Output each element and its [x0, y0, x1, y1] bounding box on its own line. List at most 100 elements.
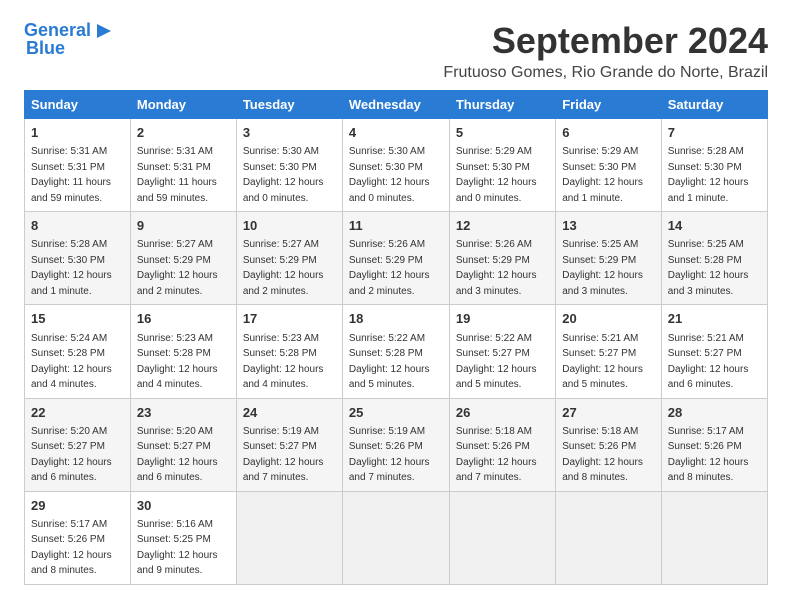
day-info: Sunrise: 5:25 AM Sunset: 5:28 PM Dayligh… — [668, 239, 749, 297]
calendar-cell: 29 Sunrise: 5:17 AM Sunset: 5:26 PM Dayli… — [25, 491, 131, 584]
day-number: 13 — [562, 217, 655, 235]
calendar-cell — [342, 491, 449, 584]
day-info: Sunrise: 5:29 AM Sunset: 5:30 PM Dayligh… — [456, 146, 537, 204]
day-info: Sunrise: 5:17 AM Sunset: 5:26 PM Dayligh… — [31, 519, 112, 577]
calendar-cell: 14 Sunrise: 5:25 AM Sunset: 5:28 PM Dayli… — [661, 212, 767, 305]
calendar-cell: 18 Sunrise: 5:22 AM Sunset: 5:28 PM Dayli… — [342, 305, 449, 398]
weekday-header-saturday: Saturday — [661, 91, 767, 119]
day-number: 26 — [456, 404, 549, 422]
calendar-cell: 7 Sunrise: 5:28 AM Sunset: 5:30 PM Daylig… — [661, 119, 767, 212]
calendar-cell: 30 Sunrise: 5:16 AM Sunset: 5:25 PM Dayli… — [130, 491, 236, 584]
day-number: 21 — [668, 310, 761, 328]
day-number: 17 — [243, 310, 336, 328]
day-info: Sunrise: 5:25 AM Sunset: 5:29 PM Dayligh… — [562, 239, 643, 297]
day-number: 25 — [349, 404, 443, 422]
day-number: 3 — [243, 124, 336, 142]
calendar-cell — [449, 491, 555, 584]
day-info: Sunrise: 5:30 AM Sunset: 5:30 PM Dayligh… — [349, 146, 430, 204]
calendar-cell: 28 Sunrise: 5:17 AM Sunset: 5:26 PM Dayli… — [661, 398, 767, 491]
day-info: Sunrise: 5:28 AM Sunset: 5:30 PM Dayligh… — [31, 239, 112, 297]
day-number: 10 — [243, 217, 336, 235]
calendar-cell: 23 Sunrise: 5:20 AM Sunset: 5:27 PM Dayli… — [130, 398, 236, 491]
calendar-week-2: 8 Sunrise: 5:28 AM Sunset: 5:30 PM Daylig… — [25, 212, 768, 305]
day-info: Sunrise: 5:19 AM Sunset: 5:26 PM Dayligh… — [349, 426, 430, 484]
title-block: September 2024 Frutuoso Gomes, Rio Grand… — [443, 20, 768, 82]
weekday-header-thursday: Thursday — [449, 91, 555, 119]
calendar-cell: 8 Sunrise: 5:28 AM Sunset: 5:30 PM Daylig… — [25, 212, 131, 305]
logo: General Blue — [24, 20, 115, 59]
day-info: Sunrise: 5:28 AM Sunset: 5:30 PM Dayligh… — [668, 146, 749, 204]
day-number: 5 — [456, 124, 549, 142]
day-info: Sunrise: 5:30 AM Sunset: 5:30 PM Dayligh… — [243, 146, 324, 204]
weekday-header-sunday: Sunday — [25, 91, 131, 119]
day-info: Sunrise: 5:26 AM Sunset: 5:29 PM Dayligh… — [456, 239, 537, 297]
day-number: 12 — [456, 217, 549, 235]
day-number: 15 — [31, 310, 124, 328]
day-number: 24 — [243, 404, 336, 422]
weekday-header-friday: Friday — [556, 91, 662, 119]
day-number: 18 — [349, 310, 443, 328]
day-info: Sunrise: 5:31 AM Sunset: 5:31 PM Dayligh… — [31, 146, 111, 204]
day-info: Sunrise: 5:22 AM Sunset: 5:28 PM Dayligh… — [349, 333, 430, 391]
day-info: Sunrise: 5:20 AM Sunset: 5:27 PM Dayligh… — [31, 426, 112, 484]
day-number: 27 — [562, 404, 655, 422]
day-number: 9 — [137, 217, 230, 235]
day-info: Sunrise: 5:19 AM Sunset: 5:27 PM Dayligh… — [243, 426, 324, 484]
calendar-cell: 26Sunrise: 5:18 AM Sunset: 5:26 PM Dayli… — [449, 398, 555, 491]
day-number: 19 — [456, 310, 549, 328]
day-info: Sunrise: 5:18 AM Sunset: 5:26 PM Dayligh… — [562, 426, 643, 484]
day-info: Sunrise: 5:22 AM Sunset: 5:27 PM Dayligh… — [456, 333, 537, 391]
weekday-header-tuesday: Tuesday — [236, 91, 342, 119]
calendar-cell: 20Sunrise: 5:21 AM Sunset: 5:27 PM Dayli… — [556, 305, 662, 398]
day-number: 28 — [668, 404, 761, 422]
day-number: 14 — [668, 217, 761, 235]
day-number: 20 — [562, 310, 655, 328]
calendar-cell: 9 Sunrise: 5:27 AM Sunset: 5:29 PM Daylig… — [130, 212, 236, 305]
calendar-cell — [661, 491, 767, 584]
day-info: Sunrise: 5:16 AM Sunset: 5:25 PM Dayligh… — [137, 519, 218, 577]
day-number: 2 — [137, 124, 230, 142]
day-number: 1 — [31, 124, 124, 142]
weekday-header-wednesday: Wednesday — [342, 91, 449, 119]
calendar-cell: 22 Sunrise: 5:20 AM Sunset: 5:27 PM Dayli… — [25, 398, 131, 491]
calendar-cell: 16Sunrise: 5:23 AM Sunset: 5:28 PM Dayli… — [130, 305, 236, 398]
weekday-header-monday: Monday — [130, 91, 236, 119]
day-number: 29 — [31, 497, 124, 515]
calendar-week-4: 22 Sunrise: 5:20 AM Sunset: 5:27 PM Dayli… — [25, 398, 768, 491]
weekday-header-row: SundayMondayTuesdayWednesdayThursdayFrid… — [25, 91, 768, 119]
calendar-cell: 25 Sunrise: 5:19 AM Sunset: 5:26 PM Dayli… — [342, 398, 449, 491]
calendar-cell: 15 Sunrise: 5:24 AM Sunset: 5:28 PM Dayli… — [25, 305, 131, 398]
day-info: Sunrise: 5:27 AM Sunset: 5:29 PM Dayligh… — [137, 239, 218, 297]
day-number: 4 — [349, 124, 443, 142]
calendar-table: SundayMondayTuesdayWednesdayThursdayFrid… — [24, 90, 768, 585]
calendar-cell — [556, 491, 662, 584]
day-info: Sunrise: 5:29 AM Sunset: 5:30 PM Dayligh… — [562, 146, 643, 204]
day-info: Sunrise: 5:31 AM Sunset: 5:31 PM Dayligh… — [137, 146, 217, 204]
calendar-cell: 11Sunrise: 5:26 AM Sunset: 5:29 PM Dayli… — [342, 212, 449, 305]
day-info: Sunrise: 5:20 AM Sunset: 5:27 PM Dayligh… — [137, 426, 218, 484]
day-info: Sunrise: 5:17 AM Sunset: 5:26 PM Dayligh… — [668, 426, 749, 484]
day-number: 8 — [31, 217, 124, 235]
day-number: 23 — [137, 404, 230, 422]
calendar-cell: 1 Sunrise: 5:31 AM Sunset: 5:31 PM Daylig… — [25, 119, 131, 212]
day-number: 22 — [31, 404, 124, 422]
day-info: Sunrise: 5:24 AM Sunset: 5:28 PM Dayligh… — [31, 333, 112, 391]
calendar-cell: 12 Sunrise: 5:26 AM Sunset: 5:29 PM Dayli… — [449, 212, 555, 305]
calendar-cell: 10Sunrise: 5:27 AM Sunset: 5:29 PM Dayli… — [236, 212, 342, 305]
calendar-cell: 6 Sunrise: 5:29 AM Sunset: 5:30 PM Daylig… — [556, 119, 662, 212]
day-number: 6 — [562, 124, 655, 142]
day-number: 30 — [137, 497, 230, 515]
location-subtitle: Frutuoso Gomes, Rio Grande do Norte, Bra… — [443, 64, 768, 82]
calendar-cell: 24 Sunrise: 5:19 AM Sunset: 5:27 PM Dayli… — [236, 398, 342, 491]
day-number: 11 — [349, 217, 443, 235]
calendar-cell: 19 Sunrise: 5:22 AM Sunset: 5:27 PM Dayli… — [449, 305, 555, 398]
calendar-week-5: 29 Sunrise: 5:17 AM Sunset: 5:26 PM Dayli… — [25, 491, 768, 584]
day-info: Sunrise: 5:23 AM Sunset: 5:28 PM Dayligh… — [243, 333, 324, 391]
day-number: 7 — [668, 124, 761, 142]
calendar-cell: 5 Sunrise: 5:29 AM Sunset: 5:30 PM Daylig… — [449, 119, 555, 212]
calendar-cell: 13 Sunrise: 5:25 AM Sunset: 5:29 PM Dayli… — [556, 212, 662, 305]
calendar-week-1: 1 Sunrise: 5:31 AM Sunset: 5:31 PM Daylig… — [25, 119, 768, 212]
day-number: 16 — [137, 310, 230, 328]
page-header: General Blue September 2024 Frutuoso Gom… — [24, 20, 768, 82]
day-info: Sunrise: 5:21 AM Sunset: 5:27 PM Dayligh… — [668, 333, 749, 391]
